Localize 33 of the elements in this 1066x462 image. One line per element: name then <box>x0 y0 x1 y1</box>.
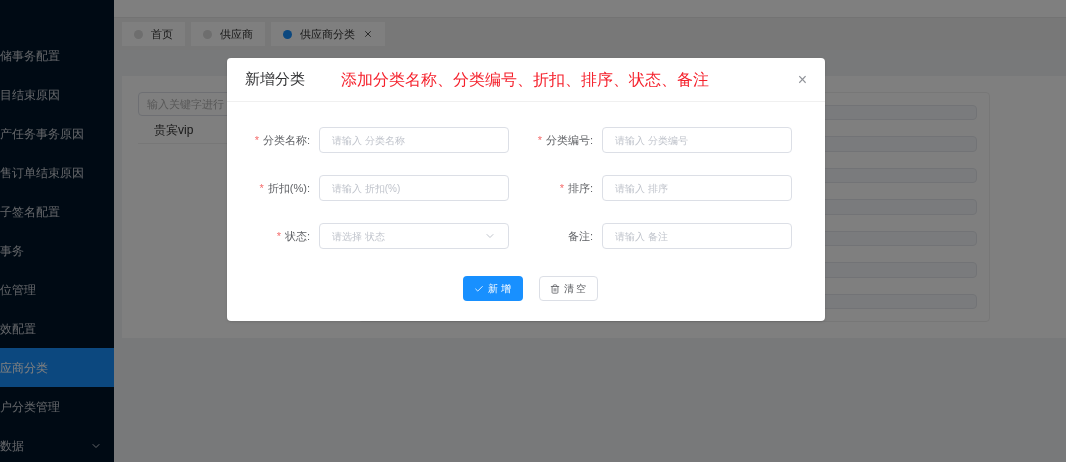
check-icon <box>474 283 485 294</box>
trash-icon <box>549 283 560 294</box>
sidebar-item[interactable]: 应商分类 <box>0 348 114 387</box>
close-icon[interactable] <box>363 29 373 39</box>
page-tab[interactable]: 供应商分类 <box>271 22 385 46</box>
field-label: 分类名称: <box>262 132 310 148</box>
sidebar-item[interactable]: 数据 <box>0 426 114 462</box>
required-mark: * <box>537 132 542 148</box>
close-button[interactable]: × <box>797 71 807 88</box>
clear-button[interactable]: 清 空 <box>538 276 598 301</box>
page-tab[interactable]: 供应商 <box>191 22 265 46</box>
required-mark: * <box>276 228 281 244</box>
page-tab[interactable]: 首页 <box>122 22 185 46</box>
field-label: 折扣(%): <box>267 180 310 196</box>
annotation-text: 添加分类名称、分类编号、折扣、排序、状态、备注 <box>341 69 709 90</box>
sidebar-item[interactable]: 子签名配置 <box>0 192 114 231</box>
sidebar-item[interactable]: 产任务事务原因 <box>0 114 114 153</box>
field-label: 备注: <box>567 228 593 244</box>
sidebar-item[interactable]: 售订单结束原因 <box>0 153 114 192</box>
sidebar-item[interactable]: 事务 <box>0 231 114 270</box>
sidebar-item[interactable]: 位管理 <box>0 270 114 309</box>
required-mark: * <box>259 180 264 196</box>
field-label: 排序: <box>567 180 593 196</box>
sidebar-item[interactable]: 目结束原因 <box>0 75 114 114</box>
required-mark: * <box>254 132 259 148</box>
add-button[interactable]: 新 增 <box>462 276 523 301</box>
sidebar-item[interactable]: 户分类管理 <box>0 387 114 426</box>
dialog-title: 新增分类 <box>245 69 305 90</box>
sidebar-item[interactable]: 储事务配置 <box>0 36 114 75</box>
field-label: 状态: <box>284 228 310 244</box>
required-mark: * <box>559 180 564 196</box>
sidebar-item[interactable]: 效配置 <box>0 309 114 348</box>
field-label: 分类编号: <box>545 132 593 148</box>
